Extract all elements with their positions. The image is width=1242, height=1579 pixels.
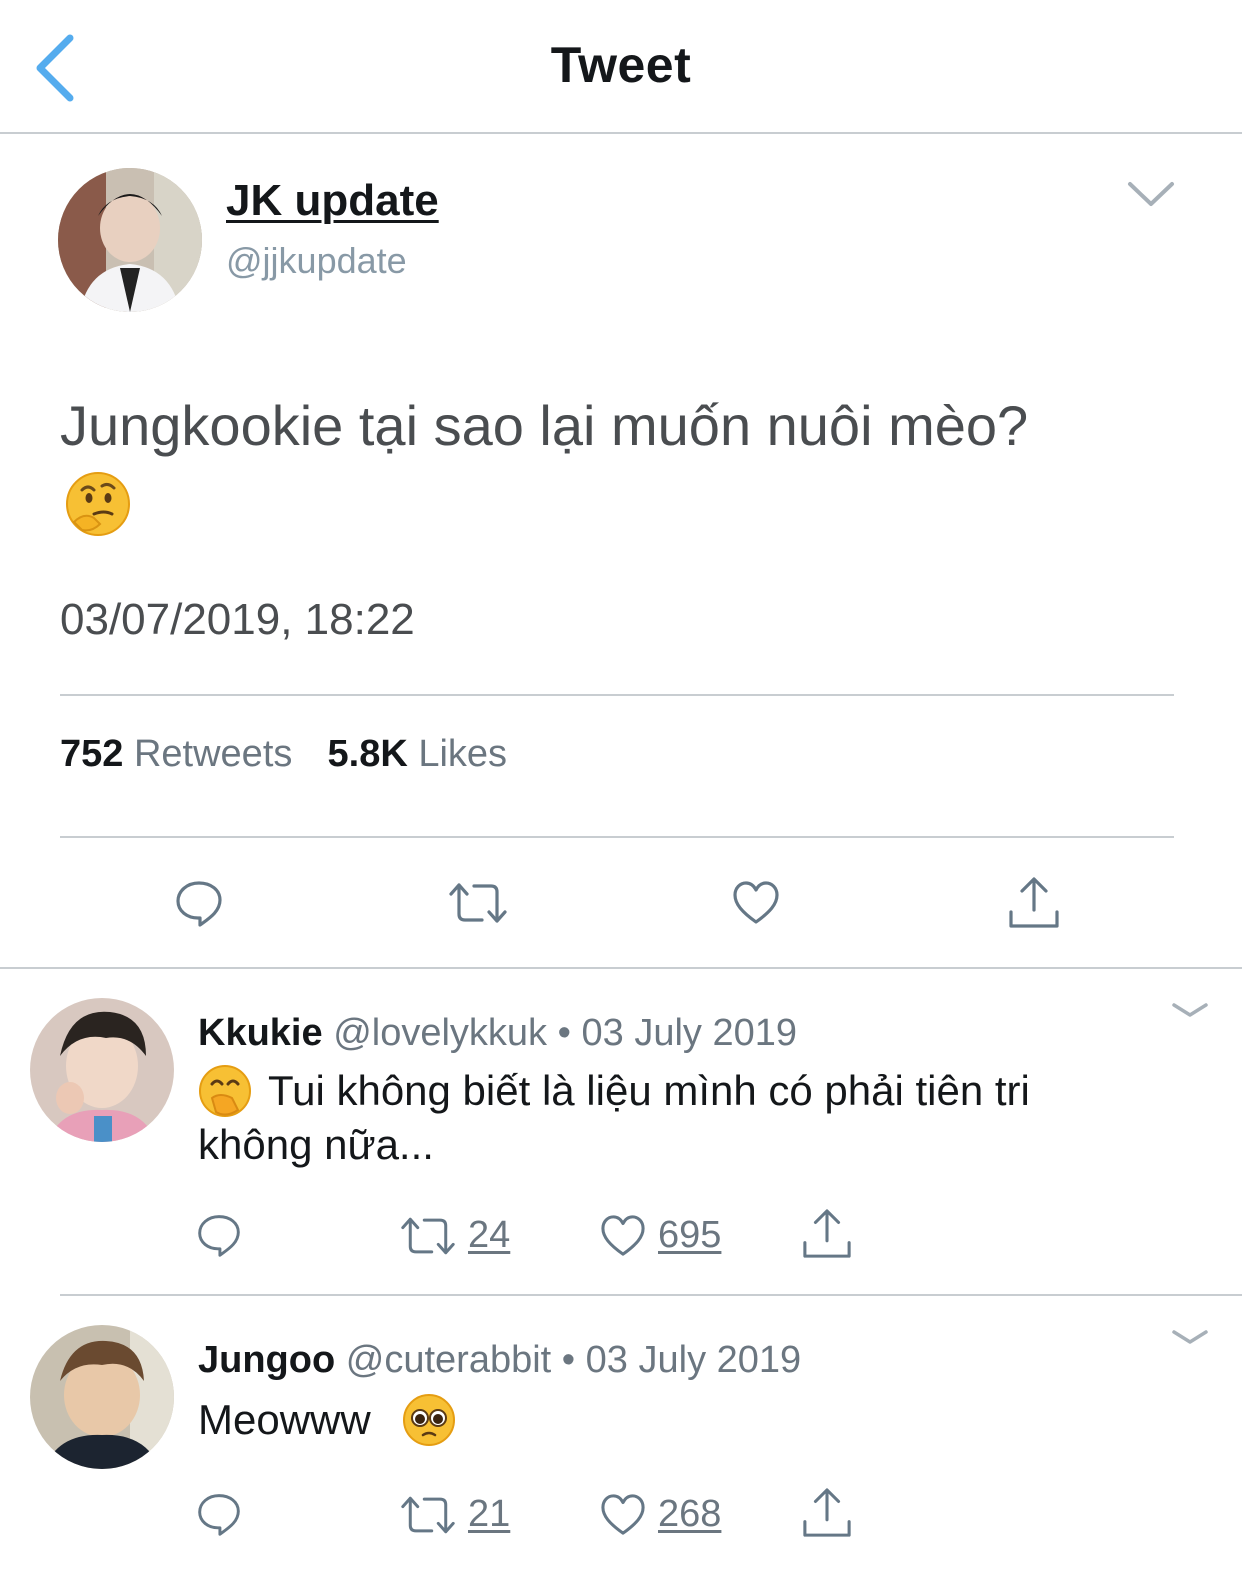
- share-icon[interactable]: [1008, 876, 1060, 930]
- thinking-face-icon: [66, 472, 130, 536]
- page-title: Tweet: [550, 37, 692, 93]
- reply-text-line1: Tui không biết là liệu mình có phải tiên…: [268, 1067, 1030, 1114]
- reply-like-count[interactable]: 268: [658, 1493, 721, 1536]
- author-name[interactable]: JK update: [226, 176, 439, 226]
- reply-icon[interactable]: [196, 1212, 242, 1258]
- reply-avatar[interactable]: [30, 1325, 174, 1469]
- likes-count[interactable]: 5.8K: [328, 733, 408, 775]
- reply-text: Meowww: [198, 1396, 371, 1443]
- tweet-options-chevron-icon[interactable]: [1126, 178, 1176, 208]
- pleading-face-emoji-icon: [403, 1394, 455, 1446]
- author-handle[interactable]: @jjkupdate: [226, 240, 407, 282]
- stats-top-divider: [60, 694, 1174, 696]
- reply-author-name[interactable]: Jungoo: [198, 1339, 335, 1381]
- stats-bottom-divider: [60, 836, 1174, 838]
- retweet-icon[interactable]: [448, 880, 508, 926]
- reply-avatar[interactable]: [30, 998, 174, 1142]
- reply-icon[interactable]: [174, 878, 224, 928]
- like-heart-icon[interactable]: [600, 1214, 646, 1258]
- reply-author-name[interactable]: Kkukie: [198, 1012, 323, 1054]
- reply-options-chevron-icon[interactable]: [1170, 1327, 1210, 1347]
- retweet-icon[interactable]: [400, 1493, 456, 1537]
- reply-header: Kkukie @lovelykkuk • 03 July 2019: [198, 1012, 797, 1055]
- likes-label[interactable]: Likes: [418, 733, 507, 775]
- reply-like-count[interactable]: 695: [658, 1214, 721, 1257]
- tweet-timestamp: 03/07/2019, 18:22: [60, 595, 415, 644]
- author-avatar[interactable]: [58, 168, 202, 312]
- reply-icon[interactable]: [196, 1491, 242, 1537]
- header-bar: Tweet: [0, 0, 1242, 133]
- tweet-text: Jungkookie tại sao lại muốn nuôi mèo?: [60, 394, 1029, 457]
- reply-item: Kkukie @lovelykkuk • 03 July 2019 Tui kh…: [0, 968, 1242, 1294]
- tweet-stats: 752 Retweets 5.8K Likes: [60, 733, 507, 776]
- like-heart-icon[interactable]: [600, 1493, 646, 1537]
- like-heart-icon[interactable]: [732, 880, 780, 926]
- header-divider: [0, 132, 1242, 134]
- retweet-icon[interactable]: [400, 1214, 456, 1258]
- reply-item: Jungoo @cuterabbit • 03 July 2019 Meowww…: [0, 1295, 1242, 1579]
- reply-author-handle[interactable]: @lovelykkuk: [333, 1012, 547, 1054]
- reply-separator: •: [557, 1012, 571, 1054]
- reply-author-handle[interactable]: @cuterabbit: [346, 1339, 551, 1381]
- reply-text-line2: không nữa...: [198, 1121, 434, 1168]
- reply-retweet-count[interactable]: 24: [468, 1214, 510, 1257]
- reply-retweet-count[interactable]: 21: [468, 1493, 510, 1536]
- retweets-label[interactable]: Retweets: [134, 733, 292, 775]
- reply-separator: •: [561, 1339, 576, 1381]
- reply-options-chevron-icon[interactable]: [1170, 1000, 1210, 1020]
- hand-over-mouth-emoji-icon: [199, 1065, 251, 1117]
- retweets-count[interactable]: 752: [60, 733, 123, 775]
- share-icon[interactable]: [802, 1487, 852, 1539]
- reply-date: 03 July 2019: [581, 1012, 798, 1054]
- reply-date: 03 July 2019: [585, 1339, 802, 1381]
- reply-header: Jungoo @cuterabbit • 03 July 2019: [198, 1339, 801, 1382]
- share-icon[interactable]: [802, 1208, 852, 1260]
